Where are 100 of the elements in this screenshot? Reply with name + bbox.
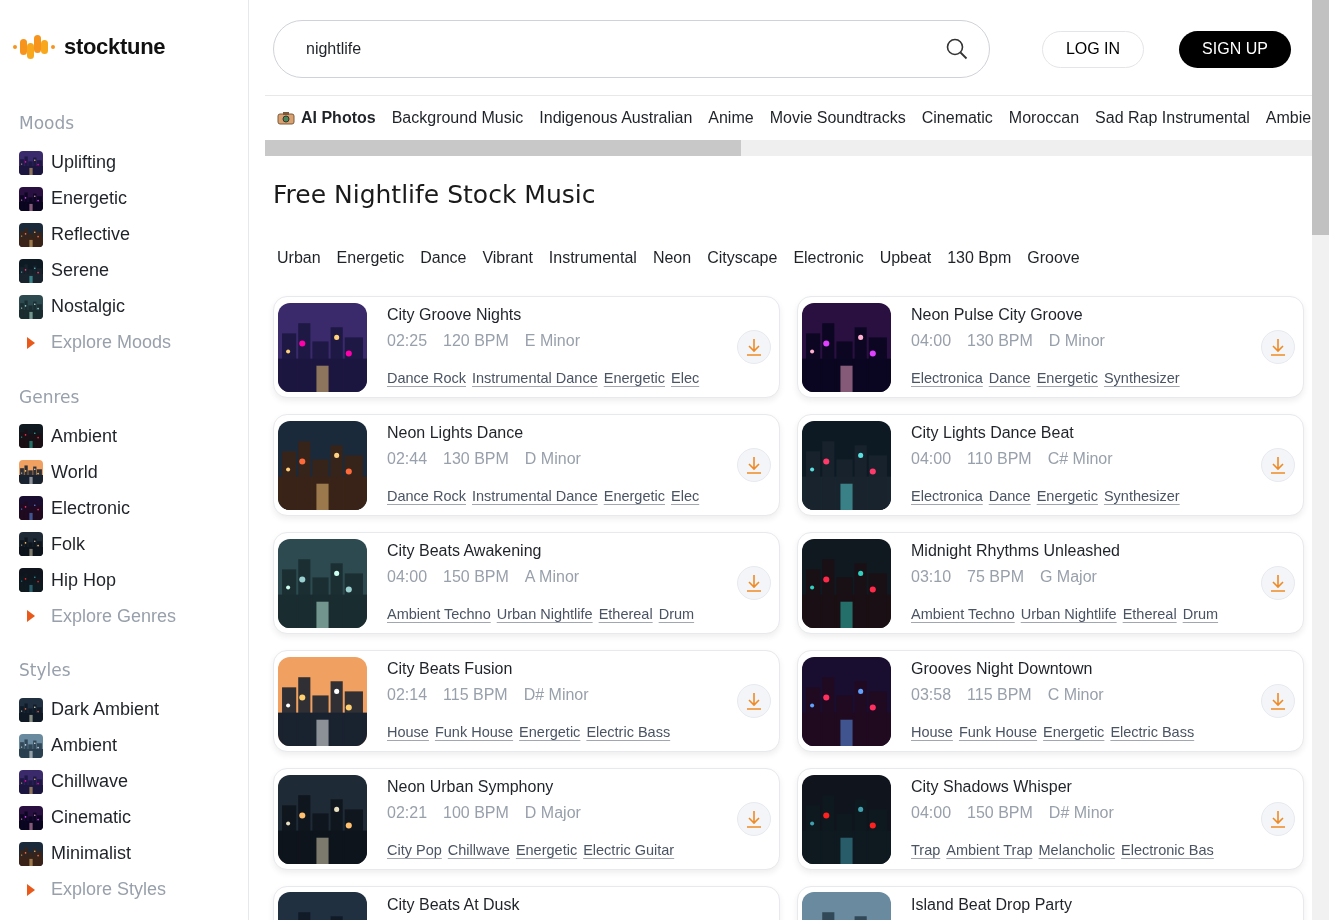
download-button[interactable] — [737, 802, 771, 836]
tag-link[interactable]: Urban — [277, 246, 321, 270]
tag-link[interactable]: Instrumental Dance — [472, 485, 598, 508]
track-title[interactable]: Midnight Rhythms Unleashed — [911, 540, 1241, 561]
download-button[interactable] — [737, 330, 771, 364]
tag-link[interactable]: Trap — [911, 839, 941, 862]
tag-link[interactable]: Dance Rock — [387, 485, 466, 508]
tag-link[interactable]: Vibrant — [482, 246, 533, 270]
track-title[interactable]: City Beats At Dusk — [387, 895, 771, 915]
download-button[interactable] — [1261, 566, 1295, 600]
tag-link[interactable]: Ethereal — [1122, 603, 1177, 626]
tag-link[interactable]: Electronic — [793, 246, 864, 270]
tag-link[interactable]: Energetic — [1043, 721, 1105, 744]
sidebar-item[interactable]: Chillwave — [12, 763, 248, 800]
download-button[interactable] — [1261, 684, 1295, 718]
scrollbar[interactable] — [265, 140, 1312, 156]
tag-link[interactable]: Electric Bass — [586, 721, 671, 744]
tag-link[interactable]: Energetic — [603, 367, 665, 390]
track-title[interactable]: Grooves Night Downtown — [911, 658, 1241, 679]
tag-link[interactable]: Urban Nightlife — [1020, 603, 1117, 626]
track-title[interactable]: Neon Urban Symphony — [387, 776, 717, 797]
tag-link[interactable]: Energetic — [515, 839, 578, 862]
tag-link[interactable]: Ambient Techno — [387, 603, 491, 626]
tag-link[interactable]: Funk House — [958, 721, 1038, 744]
sidebar-item[interactable]: World — [12, 454, 248, 490]
sidebar-item[interactable]: Ambient — [12, 727, 248, 764]
tag-link[interactable]: Energetic — [336, 246, 405, 270]
category-link[interactable]: Cinematic — [921, 106, 993, 130]
track-title[interactable]: City Shadows Whisper — [911, 776, 1241, 797]
tag-link[interactable]: Energetic — [1036, 485, 1098, 508]
download-button[interactable] — [737, 448, 771, 482]
tag-link[interactable]: Dance — [988, 485, 1031, 508]
tag-link[interactable]: House — [911, 721, 953, 744]
sidebar-item[interactable]: Electronic — [12, 490, 248, 526]
sidebar-item[interactable]: Cinematic — [12, 799, 248, 836]
category-link[interactable]: Indigenous Australian — [539, 106, 693, 130]
sidebar-item[interactable]: Reflective — [12, 216, 248, 253]
tag-link[interactable]: Ambient Techno — [911, 603, 1015, 626]
tag-link[interactable]: Dance — [988, 367, 1031, 390]
tag-link[interactable]: Electronic Bas — [1121, 839, 1214, 862]
sidebar-item[interactable]: Nostalgic — [12, 288, 248, 325]
category-link[interactable]: Moroccan — [1008, 106, 1080, 130]
tag-link[interactable]: Urban Nightlife — [496, 603, 593, 626]
sidebar-item[interactable]: Ambient — [12, 418, 248, 454]
track-title[interactable]: Neon Lights Dance — [387, 422, 717, 443]
tag-link[interactable]: Melancholic — [1038, 839, 1116, 862]
tag-link[interactable]: Energetic — [603, 485, 665, 508]
tag-link[interactable]: Drum — [1182, 603, 1219, 626]
download-button[interactable] — [1261, 802, 1295, 836]
tag-link[interactable]: Electronica — [911, 485, 983, 508]
tag-link[interactable]: Groove — [1027, 246, 1080, 270]
scrollbar-thumb[interactable] — [265, 140, 741, 156]
tag-link[interactable]: Upbeat — [879, 246, 932, 270]
track-title[interactable]: Island Beat Drop Party — [911, 895, 1295, 915]
track-title[interactable]: City Beats Fusion — [387, 658, 717, 679]
signup-button[interactable]: SIGN UP — [1179, 30, 1291, 68]
tag-link[interactable]: Dance — [420, 246, 467, 270]
category-link[interactable]: Ambie — [1265, 106, 1312, 130]
download-button[interactable] — [737, 684, 771, 718]
track-title[interactable]: City Lights Dance Beat — [911, 422, 1241, 443]
category-link[interactable]: Movie Soundtracks — [769, 106, 906, 130]
tag-link[interactable]: Energetic — [1036, 367, 1098, 390]
tag-link[interactable]: Funk House — [434, 721, 514, 744]
sidebar-item[interactable]: Dark Ambient — [12, 691, 248, 728]
download-button[interactable] — [1261, 448, 1295, 482]
track-title[interactable]: City Beats Awakening — [387, 540, 717, 561]
tag-link[interactable]: Energetic — [519, 721, 581, 744]
tag-link[interactable]: Cityscape — [707, 246, 778, 270]
track-title[interactable]: City Groove Nights — [387, 304, 717, 325]
search-field[interactable]: nightlife — [273, 20, 990, 78]
login-button[interactable]: LOG IN — [1042, 30, 1144, 68]
tag-link[interactable]: Chillwave — [447, 839, 510, 862]
tag-link[interactable]: Dance Rock — [387, 367, 466, 390]
tag-link[interactable]: Neon — [652, 246, 692, 270]
track-title[interactable]: Neon Pulse City Groove — [911, 304, 1241, 325]
tag-link[interactable]: House — [387, 721, 429, 744]
tag-link[interactable]: Synthesizer — [1103, 485, 1180, 508]
sidebar-item[interactable]: Uplifting — [12, 144, 248, 181]
tag-link[interactable]: Drum — [658, 603, 695, 626]
tag-link[interactable]: Electric Guitar — [583, 839, 675, 862]
download-button[interactable] — [737, 566, 771, 600]
tag-link[interactable]: Instrumental Dance — [472, 367, 598, 390]
tag-link[interactable]: Ambient Trap — [946, 839, 1033, 862]
category-link[interactable]: AI Photos — [277, 106, 376, 130]
sidebar-item[interactable]: Minimalist — [12, 835, 248, 872]
category-link[interactable]: Sad Rap Instrumental — [1095, 106, 1250, 130]
sidebar-item[interactable]: Serene — [12, 252, 248, 289]
download-button[interactable] — [1261, 330, 1295, 364]
sidebar-item[interactable]: Hip Hop — [12, 562, 248, 598]
tag-link[interactable]: Electric Bass — [1110, 721, 1195, 744]
tag-link[interactable]: Ethereal — [598, 603, 653, 626]
tag-link[interactable]: Instrumental — [548, 246, 637, 270]
sidebar-item[interactable]: Folk — [12, 526, 248, 562]
category-link[interactable]: Anime — [708, 106, 754, 130]
tag-link[interactable]: Electronica — [911, 367, 983, 390]
scrollbar-thumb[interactable] — [1312, 0, 1329, 235]
tag-link[interactable]: Elec — [671, 367, 700, 390]
tag-link[interactable]: City Pop — [387, 839, 442, 862]
scrollbar[interactable] — [1312, 0, 1329, 920]
search-icon[interactable] — [946, 38, 968, 60]
